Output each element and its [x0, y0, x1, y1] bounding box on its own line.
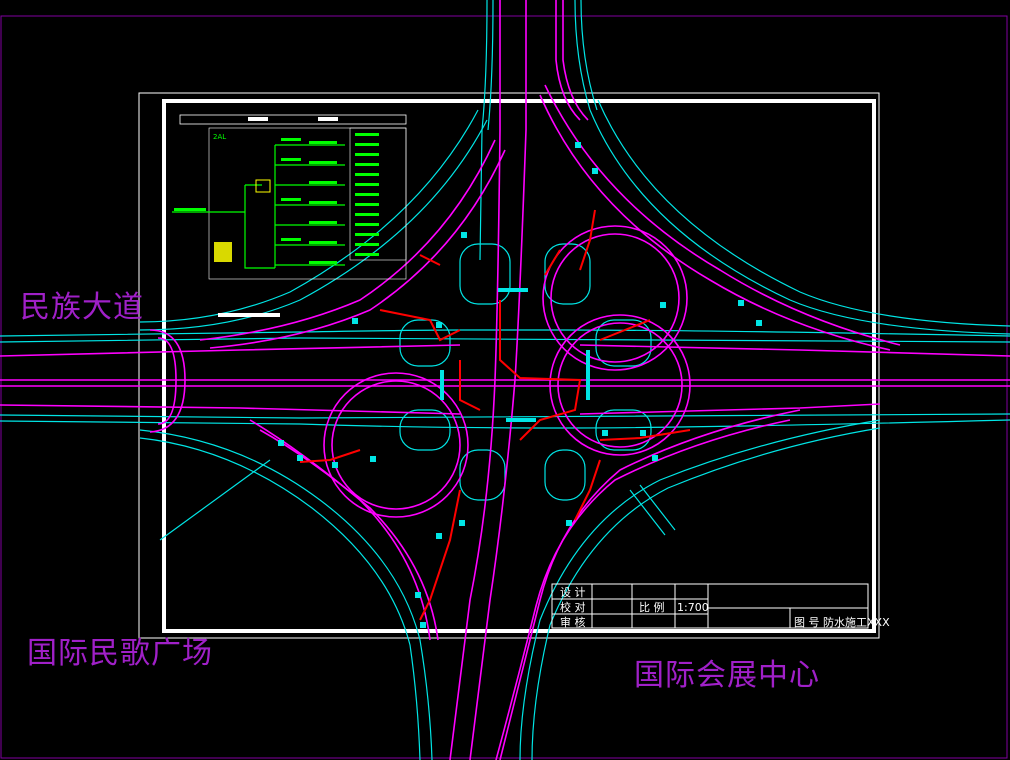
panel-label: 2AL — [213, 133, 226, 141]
sheet-outer-frame — [138, 92, 880, 639]
title-review: 审 核 — [560, 615, 586, 629]
title-scale-label: 比 例 — [639, 600, 665, 614]
lighting-cables — [299, 209, 691, 621]
electrical-schematic: 2AL — [172, 114, 407, 317]
place-label-expo-center: 国际会展中心 — [634, 658, 820, 693]
title-design: 设 计 — [560, 586, 586, 599]
place-label-minzu-avenue: 民族大道 — [20, 290, 144, 325]
place-label-folk-song-square: 国际民歌广场 — [27, 636, 213, 671]
title-check: 校 对 — [560, 600, 586, 614]
title-scale-value: 1:700 — [677, 601, 709, 614]
title-drawing-name: 图 号 防水施工XXX — [794, 615, 890, 629]
